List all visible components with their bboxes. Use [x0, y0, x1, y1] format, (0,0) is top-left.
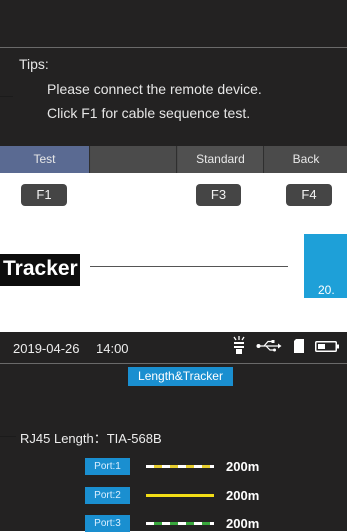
softkey-empty[interactable]: [91, 146, 177, 173]
tips-title: Tips:: [19, 56, 49, 72]
f1-key[interactable]: F1: [21, 184, 67, 206]
callout-leader-line: [0, 96, 13, 97]
status-date: 2019-04-26: [13, 341, 80, 356]
port-2-length: 200m: [226, 488, 260, 503]
battery-icon: [315, 341, 339, 352]
port-1-wire: [146, 465, 214, 468]
f4-key[interactable]: F4: [286, 184, 332, 206]
callout-leader-line: [0, 436, 16, 437]
flashlight-icon: [233, 336, 245, 354]
softkey-standard[interactable]: Standard: [178, 146, 264, 173]
top-device-screen: [0, 0, 347, 146]
port-2-wire: [146, 494, 214, 497]
page-number: 20.: [318, 283, 335, 297]
section-rule: [90, 266, 288, 267]
port-1-length: 200m: [226, 459, 260, 474]
tips-line-f1: Click F1 for cable sequence test.: [47, 105, 251, 121]
status-divider: [0, 363, 347, 364]
softkey-back[interactable]: Back: [265, 146, 347, 173]
f3-key[interactable]: F3: [196, 184, 241, 206]
usb-icon: [256, 340, 282, 352]
section-title: Tracker: [3, 257, 78, 280]
port-3-badge[interactable]: Port:3: [85, 515, 130, 532]
port-3-length: 200m: [226, 516, 260, 531]
port-3-wire: [146, 522, 214, 525]
port-1-badge[interactable]: Port:1: [85, 458, 130, 475]
rj45-length-label: RJ45 Length：TIA-568B: [20, 431, 162, 446]
sd-card-icon: [294, 339, 304, 353]
status-time: 14:00: [96, 341, 129, 356]
port-2-badge[interactable]: Port:2: [85, 487, 130, 504]
screen-divider: [0, 47, 347, 48]
screen-title: Length&Tracker: [128, 367, 233, 386]
softkey-bar: Test Standard Back: [0, 146, 347, 173]
softkey-test[interactable]: Test: [0, 146, 90, 173]
tips-line-connect: Please connect the remote device.: [47, 81, 262, 97]
